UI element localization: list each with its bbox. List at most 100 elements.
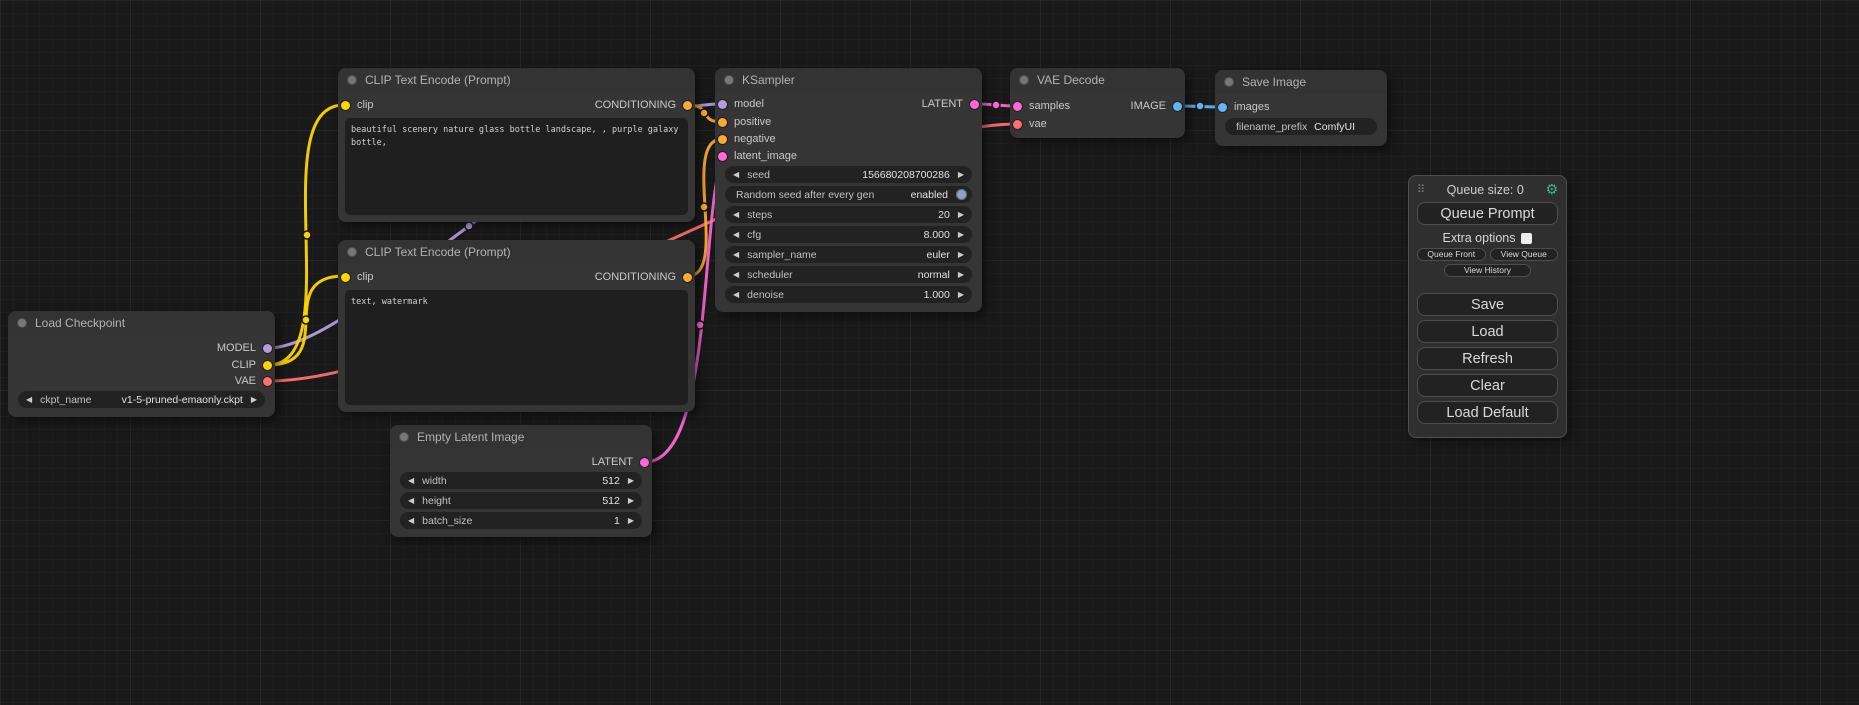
input-slot-samples[interactable]: samples bbox=[1010, 99, 1070, 113]
input-slot-clip[interactable]: clip bbox=[338, 270, 374, 284]
node-title-bar[interactable]: VAE Decode bbox=[1010, 68, 1185, 92]
prev-arrow-icon[interactable]: ◀ bbox=[408, 477, 414, 485]
latent-port-icon[interactable] bbox=[640, 458, 649, 467]
vae-port-icon[interactable] bbox=[1013, 120, 1022, 129]
next-arrow-icon[interactable]: ▶ bbox=[628, 517, 634, 525]
prompt-textarea[interactable]: text, watermark bbox=[345, 290, 688, 405]
next-arrow-icon[interactable]: ▶ bbox=[958, 291, 964, 299]
prev-arrow-icon[interactable]: ◀ bbox=[733, 231, 739, 239]
output-slot-model[interactable]: MODEL bbox=[217, 341, 275, 355]
link-midpoint-dot[interactable] bbox=[465, 222, 473, 230]
collapse-toggle-icon[interactable] bbox=[1224, 77, 1234, 87]
output-slot-vae[interactable]: VAE bbox=[235, 374, 275, 388]
clip-port-icon[interactable] bbox=[341, 273, 350, 282]
link-midpoint-dot[interactable] bbox=[303, 231, 311, 239]
denoise-widget[interactable]: ◀ denoise 1.000 ▶ bbox=[725, 286, 972, 303]
conditioning-port-icon[interactable] bbox=[683, 101, 692, 110]
load-default-button[interactable]: Load Default bbox=[1417, 401, 1558, 424]
refresh-button[interactable]: Refresh bbox=[1417, 347, 1558, 370]
node-save-image[interactable]: Save Image images filename_prefix ComfyU… bbox=[1215, 70, 1387, 146]
input-slot-clip[interactable]: clip bbox=[338, 98, 374, 112]
output-slot-latent[interactable]: LATENT bbox=[592, 455, 652, 469]
prev-arrow-icon[interactable]: ◀ bbox=[733, 171, 739, 179]
output-slot-clip[interactable]: CLIP bbox=[232, 358, 275, 372]
link-midpoint-dot[interactable] bbox=[302, 316, 310, 324]
output-slot-image[interactable]: IMAGE bbox=[1131, 99, 1185, 113]
prev-arrow-icon[interactable]: ◀ bbox=[733, 271, 739, 279]
clip-port-icon[interactable] bbox=[263, 361, 272, 370]
batch-size-widget[interactable]: ◀ batch_size 1 ▶ bbox=[400, 512, 642, 529]
prev-arrow-icon[interactable]: ◀ bbox=[408, 497, 414, 505]
next-arrow-icon[interactable]: ▶ bbox=[958, 231, 964, 239]
node-title-bar[interactable]: Save Image bbox=[1215, 70, 1387, 94]
height-widget[interactable]: ◀ height 512 ▶ bbox=[400, 492, 642, 509]
next-arrow-icon[interactable]: ▶ bbox=[628, 477, 634, 485]
input-slot-positive[interactable]: positive bbox=[715, 115, 771, 129]
steps-widget[interactable]: ◀ steps 20 ▶ bbox=[725, 206, 972, 223]
prev-arrow-icon[interactable]: ◀ bbox=[408, 517, 414, 525]
latent-port-icon[interactable] bbox=[1013, 102, 1022, 111]
toggle-knob-icon[interactable] bbox=[956, 189, 967, 200]
clear-button[interactable]: Clear bbox=[1417, 374, 1558, 397]
conditioning-port-icon[interactable] bbox=[683, 273, 692, 282]
node-vae-decode[interactable]: VAE Decode samples vae IMAGE bbox=[1010, 68, 1185, 138]
link-midpoint-dot[interactable] bbox=[992, 101, 1000, 109]
collapse-toggle-icon[interactable] bbox=[347, 247, 357, 257]
output-slot-conditioning[interactable]: CONDITIONING bbox=[595, 98, 695, 112]
queue-front-button[interactable]: Queue Front bbox=[1417, 248, 1486, 261]
queue-prompt-button[interactable]: Queue Prompt bbox=[1417, 202, 1558, 225]
load-button[interactable]: Load bbox=[1417, 320, 1558, 343]
output-slot-conditioning[interactable]: CONDITIONING bbox=[595, 270, 695, 284]
ckpt-name-widget[interactable]: ◀ ckpt_name v1-5-pruned-emaonly.ckpt ▶ bbox=[18, 391, 265, 408]
conditioning-port-icon[interactable] bbox=[718, 135, 727, 144]
cfg-widget[interactable]: ◀ cfg 8.000 ▶ bbox=[725, 226, 972, 243]
node-title-bar[interactable]: CLIP Text Encode (Prompt) bbox=[338, 240, 695, 264]
next-arrow-icon[interactable]: ▶ bbox=[958, 251, 964, 259]
link-midpoint-dot[interactable] bbox=[696, 321, 704, 329]
settings-gear-icon[interactable]: ⚙ bbox=[1545, 182, 1558, 198]
next-arrow-icon[interactable]: ▶ bbox=[958, 271, 964, 279]
input-slot-latent-image[interactable]: latent_image bbox=[715, 149, 797, 163]
seed-widget[interactable]: ◀ seed 156680208700286 ▶ bbox=[725, 166, 972, 183]
latent-port-icon[interactable] bbox=[970, 100, 979, 109]
conditioning-port-icon[interactable] bbox=[718, 118, 727, 127]
extra-options-checkbox[interactable] bbox=[1521, 233, 1532, 244]
prev-arrow-icon[interactable]: ◀ bbox=[733, 211, 739, 219]
next-arrow-icon[interactable]: ▶ bbox=[958, 171, 964, 179]
collapse-toggle-icon[interactable] bbox=[17, 318, 27, 328]
save-button[interactable]: Save bbox=[1417, 293, 1558, 316]
node-title-bar[interactable]: Load Checkpoint bbox=[8, 311, 275, 335]
graph-canvas[interactable]: Load Checkpoint MODEL CLIP VAE ◀ ckpt_na… bbox=[0, 0, 1859, 705]
node-title-bar[interactable]: Empty Latent Image bbox=[390, 425, 652, 449]
scheduler-widget[interactable]: ◀ scheduler normal ▶ bbox=[725, 266, 972, 283]
model-port-icon[interactable] bbox=[263, 344, 272, 353]
prev-arrow-icon[interactable]: ◀ bbox=[733, 291, 739, 299]
filename-prefix-widget[interactable]: filename_prefix ComfyUI bbox=[1225, 118, 1377, 135]
view-queue-button[interactable]: View Queue bbox=[1490, 248, 1559, 261]
image-port-icon[interactable] bbox=[1218, 103, 1227, 112]
prev-arrow-icon[interactable]: ◀ bbox=[733, 251, 739, 259]
vae-port-icon[interactable] bbox=[263, 377, 272, 386]
prev-arrow-icon[interactable]: ◀ bbox=[26, 396, 32, 404]
node-ksampler[interactable]: KSampler model positive negative latent_… bbox=[715, 68, 982, 312]
node-title-bar[interactable]: KSampler bbox=[715, 68, 982, 92]
link-midpoint-dot[interactable] bbox=[1196, 102, 1204, 110]
image-port-icon[interactable] bbox=[1173, 102, 1182, 111]
node-load-checkpoint[interactable]: Load Checkpoint MODEL CLIP VAE ◀ ckpt_na… bbox=[8, 311, 275, 417]
node-clip-text-encode-positive[interactable]: CLIP Text Encode (Prompt) clip CONDITION… bbox=[338, 68, 695, 222]
prompt-textarea[interactable]: beautiful scenery nature glass bottle la… bbox=[345, 118, 688, 215]
next-arrow-icon[interactable]: ▶ bbox=[251, 396, 257, 404]
latent-port-icon[interactable] bbox=[718, 152, 727, 161]
collapse-toggle-icon[interactable] bbox=[347, 75, 357, 85]
clip-port-icon[interactable] bbox=[341, 101, 350, 110]
input-slot-vae[interactable]: vae bbox=[1010, 117, 1047, 131]
width-widget[interactable]: ◀ width 512 ▶ bbox=[400, 472, 642, 489]
link-midpoint-dot[interactable] bbox=[700, 203, 708, 211]
node-empty-latent-image[interactable]: Empty Latent Image LATENT ◀ width 512 ▶ … bbox=[390, 425, 652, 537]
input-slot-negative[interactable]: negative bbox=[715, 132, 776, 146]
drag-handle-icon[interactable]: ⠿ bbox=[1417, 183, 1425, 196]
sampler-name-widget[interactable]: ◀ sampler_name euler ▶ bbox=[725, 246, 972, 263]
input-slot-images[interactable]: images bbox=[1215, 100, 1269, 114]
node-title-bar[interactable]: CLIP Text Encode (Prompt) bbox=[338, 68, 695, 92]
view-history-button[interactable]: View History bbox=[1444, 264, 1531, 277]
